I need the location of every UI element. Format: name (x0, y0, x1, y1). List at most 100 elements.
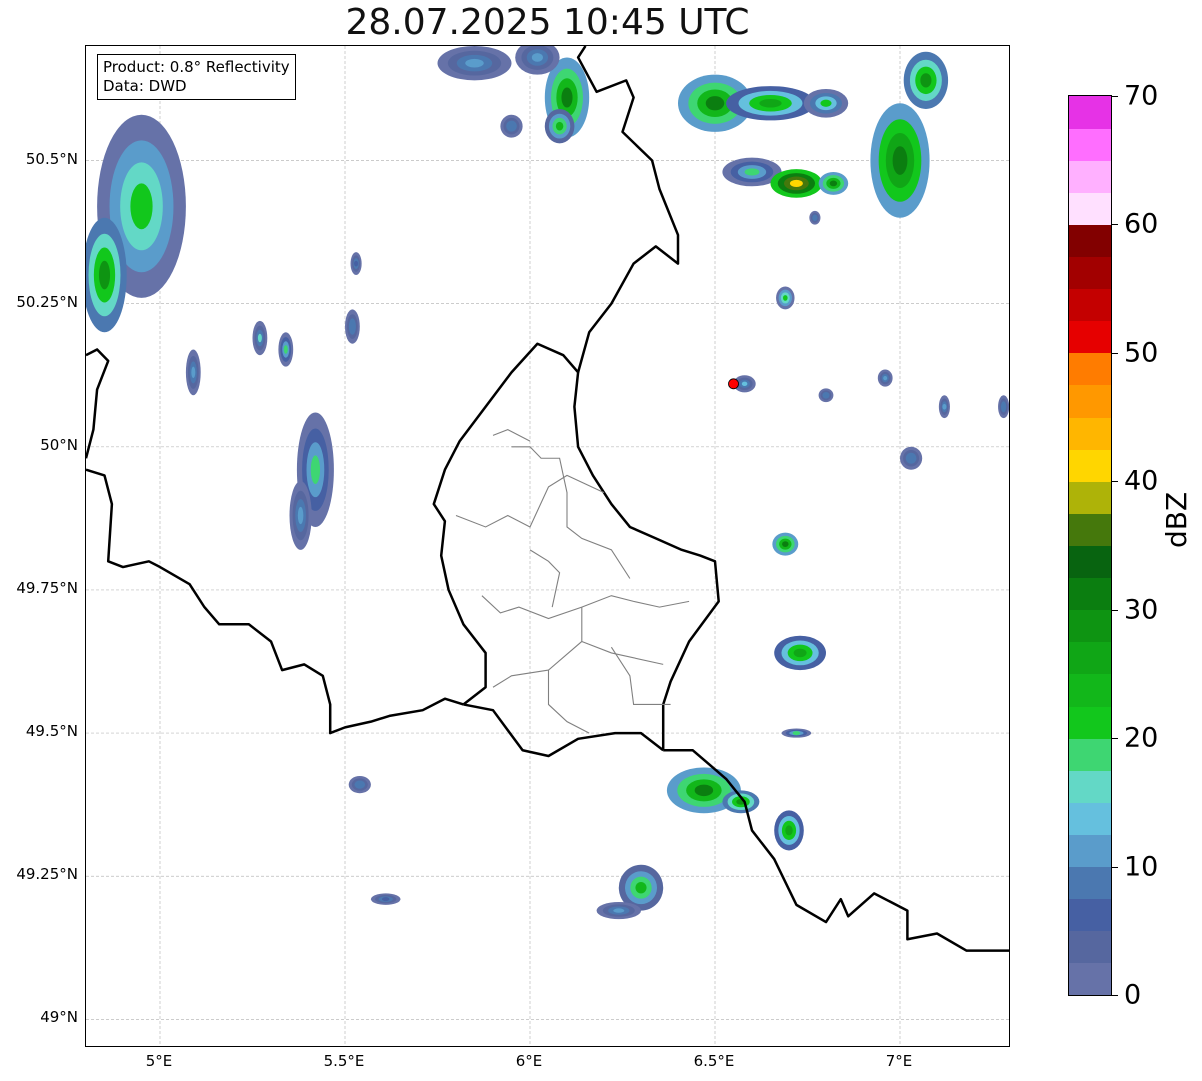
echo-cell (744, 168, 760, 176)
echo-cell (892, 146, 908, 175)
colorbar-segment (1069, 513, 1111, 546)
radar-echo (252, 320, 268, 356)
radar-echo (870, 103, 930, 218)
radar-echo (500, 114, 523, 138)
radar-echo (289, 481, 312, 550)
echo-cell (812, 215, 817, 220)
radar-echo (370, 893, 401, 905)
echo-cell (820, 99, 832, 107)
radar-echo (596, 901, 641, 920)
colorbar-segment (1069, 288, 1111, 322)
radar-echo (809, 210, 821, 225)
radar-echo (900, 446, 923, 470)
country-border (576, 46, 680, 373)
colorbar-tickmark (1111, 481, 1118, 483)
x-tick-label: 5°E (145, 1052, 173, 1070)
echo-cell (829, 180, 838, 187)
echo-cell (1001, 403, 1006, 410)
echo-cell (920, 73, 932, 88)
colorbar-segment (1069, 641, 1111, 675)
colorbar-tickmark (1111, 866, 1118, 868)
canton-border (511, 446, 631, 579)
colorbar-segment (1069, 834, 1111, 868)
radar-echo (726, 86, 815, 121)
radar-echo (938, 395, 950, 419)
echo-cell (130, 183, 153, 230)
x-tick-label: 7°E (885, 1052, 913, 1070)
echo-cell (191, 366, 196, 379)
colorbar-tick-label: 10 (1124, 851, 1159, 883)
canton-border (481, 595, 690, 620)
colorbar-label: dBZ (1160, 491, 1193, 548)
radar-echo (770, 169, 823, 198)
country-border (86, 468, 464, 735)
colorbar-segment (1069, 898, 1111, 932)
colorbar-segment (1069, 673, 1111, 707)
y-tick-label: 49.5°N (25, 722, 78, 741)
map-title: 28.07.2025 10:45 UTC (345, 2, 750, 43)
radar-echo (345, 309, 360, 344)
colorbar-tick-label: 40 (1124, 465, 1159, 497)
canton-border (581, 640, 664, 665)
echo-cell (782, 541, 789, 547)
colorbar-tickmark (1111, 352, 1118, 354)
canton-border (610, 646, 671, 706)
radar-echo (437, 46, 512, 81)
colorbar-segment (1069, 352, 1111, 386)
country-border (463, 703, 664, 758)
echo-cell (942, 403, 947, 410)
echo-cell (635, 881, 647, 894)
colorbar-segment (1069, 609, 1111, 643)
radar-echo (348, 776, 371, 794)
colorbar-segment (1069, 802, 1111, 835)
radar-echo (803, 88, 849, 118)
colorbar-segment (1069, 770, 1111, 803)
radar-echo (350, 252, 362, 276)
country-border (86, 348, 110, 459)
echo-cell (613, 908, 625, 913)
echo-cell (354, 260, 359, 267)
colorbar-segment (1069, 930, 1111, 964)
echo-cell (824, 393, 828, 398)
y-tick-label: 50.5°N (25, 149, 78, 168)
radar-echo (776, 286, 795, 310)
colorbar-tick-label: 70 (1124, 80, 1159, 112)
y-tick-label: 49.25°N (16, 865, 78, 884)
colorbar-segment (1069, 545, 1111, 579)
radar-echo (722, 790, 760, 814)
y-tick-label: 49°N (40, 1008, 78, 1027)
colorbar-segment (1069, 962, 1111, 996)
x-tick-label: 6.5°E (693, 1052, 735, 1070)
echo-cell (357, 782, 363, 787)
colorbar-tick-label: 0 (1124, 979, 1142, 1011)
colorbar-segment (1069, 160, 1111, 193)
echo-cell (257, 333, 262, 343)
colorbar-segment (1069, 577, 1111, 611)
colorbar-segment (1069, 481, 1111, 514)
colorbar-tick-label: 20 (1124, 722, 1159, 754)
colorbar-segment (1069, 449, 1111, 482)
echo-cell (705, 96, 725, 111)
colorbar-segment (1069, 128, 1111, 161)
colorbar-segment (1069, 256, 1111, 290)
colorbar-tick-label: 60 (1124, 208, 1159, 240)
echo-cell (350, 322, 355, 331)
radar-echo (772, 532, 799, 556)
colorbar-segment (1069, 866, 1111, 900)
colorbar-tickmark (1111, 995, 1118, 996)
radar-map[interactable] (85, 45, 1010, 1047)
echo-cell (883, 375, 888, 381)
radar-echo (781, 728, 812, 738)
info-box: Product: 0.8° Reflectivity Data: DWD (97, 54, 296, 100)
info-product: Product: 0.8° Reflectivity (103, 58, 290, 76)
x-tick-label: 5.5°E (323, 1052, 365, 1070)
colorbar-tickmark (1111, 96, 1118, 97)
colorbar-segment (1069, 706, 1111, 739)
canton-border (492, 669, 549, 688)
canton-border (492, 429, 531, 442)
echo-cell (283, 345, 288, 354)
echo-cell (561, 87, 573, 108)
echo-cell (792, 731, 801, 736)
echo-cell (465, 58, 484, 68)
echo-cell (782, 295, 788, 301)
